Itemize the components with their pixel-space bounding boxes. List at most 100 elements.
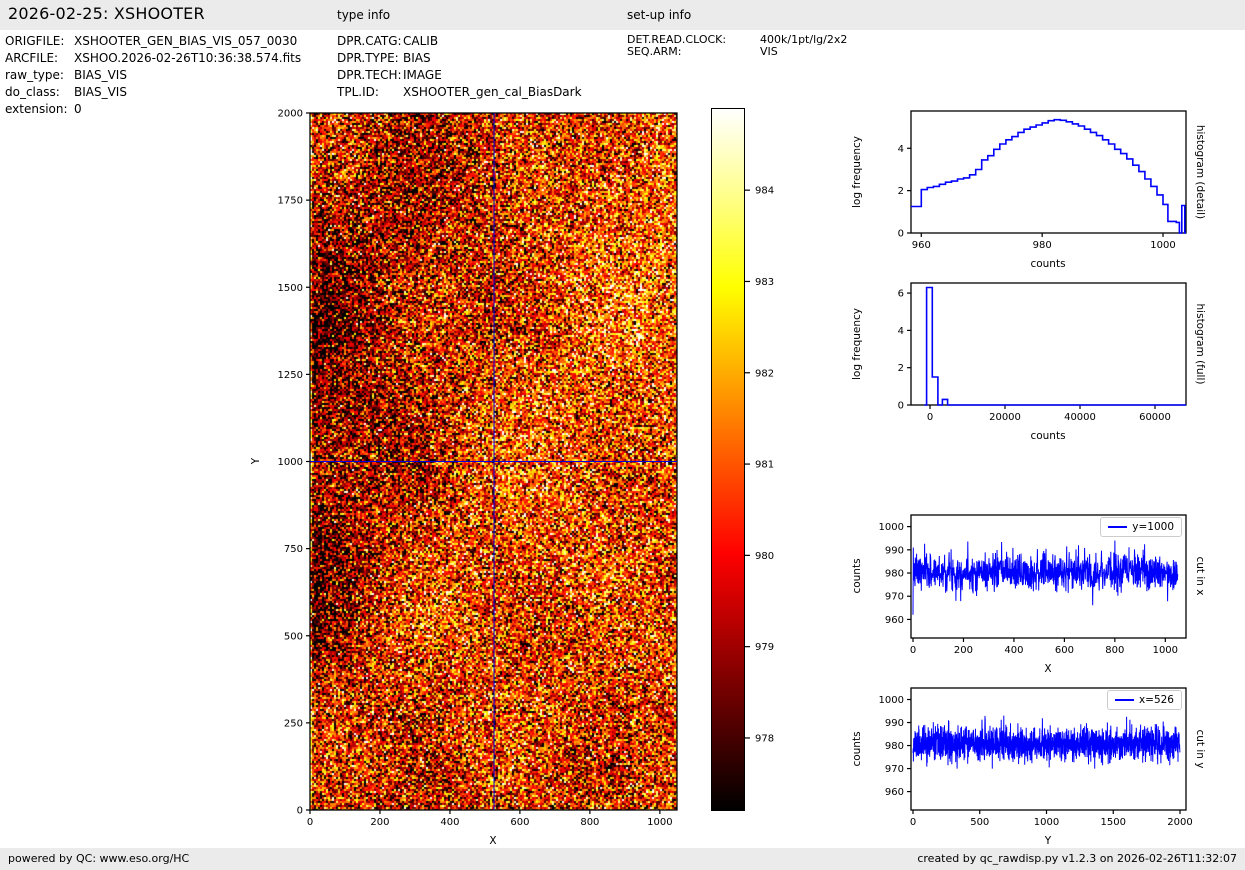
svg-text:970: 970	[885, 592, 904, 603]
hist-detail-right-label: histogram (detail)	[1194, 124, 1206, 220]
svg-text:800: 800	[1105, 645, 1124, 656]
setup-info-block: DET.READ.CLOCK: 400k/1pt/lg/2x2 SEQ.ARM: V…	[627, 34, 847, 58]
meta-row-extension: extension: 0	[5, 101, 301, 118]
meta-label: extension:	[5, 102, 68, 116]
header-bar: 2026-02-25: XSHOOTER type info set-up in…	[0, 0, 1245, 30]
svg-text:1500: 1500	[278, 283, 303, 294]
footer-created-by: created by qc_rawdisp.py v1.2.3 on 2026-…	[917, 852, 1237, 865]
cut-y-legend-label: x=526	[1138, 693, 1174, 706]
meta-value: BIAS_VIS	[74, 68, 127, 82]
colorbar-gradient	[711, 108, 745, 811]
svg-text:400: 400	[440, 817, 459, 828]
hist-detail-ylabel: log frequency	[851, 135, 863, 209]
svg-text:1000: 1000	[1034, 817, 1059, 828]
svg-text:0: 0	[927, 412, 933, 423]
svg-text:2000: 2000	[1167, 817, 1192, 828]
svg-text:1000: 1000	[879, 522, 904, 533]
cut-x-legend: y=1000	[1100, 517, 1182, 537]
meta-row-origfile: ORIGFILE: XSHOOTER_GEN_BIAS_VIS_057_0030	[5, 33, 301, 50]
svg-text:980: 980	[1033, 240, 1052, 251]
svg-text:1000: 1000	[278, 457, 303, 468]
meta-value: XSHOOTER_gen_cal_BiasDark	[403, 85, 582, 99]
svg-text:0: 0	[910, 817, 916, 828]
meta-row-dpr-type: DPR.TYPE: BIAS	[337, 50, 582, 67]
meta-value: BIAS_VIS	[74, 85, 127, 99]
svg-text:40000: 40000	[1064, 412, 1096, 423]
svg-text:250: 250	[284, 718, 303, 729]
svg-text:1250: 1250	[278, 370, 303, 381]
svg-text:1000: 1000	[879, 695, 904, 706]
svg-text:4: 4	[898, 144, 904, 155]
svg-text:980: 980	[755, 551, 774, 562]
svg-text:2: 2	[898, 363, 904, 374]
meta-row-tpl-id: TPL.ID: XSHOOTER_gen_cal_BiasDark	[337, 84, 582, 101]
hist-full-ylabel: log frequency	[851, 307, 863, 381]
svg-text:990: 990	[885, 718, 904, 729]
meta-label: TPL.ID:	[337, 85, 379, 99]
meta-label: ARCFILE:	[5, 51, 59, 65]
svg-text:0: 0	[307, 817, 313, 828]
setup-info-heading: set-up info	[627, 8, 692, 22]
cut-x-xlabel: X	[1044, 663, 1052, 675]
svg-text:6: 6	[898, 289, 904, 300]
meta-label: SEQ.ARM:	[627, 45, 682, 58]
svg-text:984: 984	[755, 186, 774, 197]
type-info-heading: type info	[337, 8, 391, 22]
svg-text:0: 0	[297, 806, 303, 817]
meta-row-dpr-tech: DPR.TECH: IMAGE	[337, 67, 582, 84]
page-title: 2026-02-25: XSHOOTER	[8, 4, 205, 23]
svg-text:20000: 20000	[989, 412, 1021, 423]
svg-text:0: 0	[898, 229, 904, 240]
svg-text:400: 400	[1004, 645, 1023, 656]
file-info-block: ORIGFILE: XSHOOTER_GEN_BIAS_VIS_057_0030 …	[5, 33, 301, 118]
hist-full-xlabel: counts	[1030, 430, 1066, 442]
svg-text:1750: 1750	[278, 196, 303, 207]
svg-text:983: 983	[755, 277, 774, 288]
meta-value: CALIB	[403, 34, 439, 48]
svg-text:960: 960	[885, 787, 904, 798]
histogram-detail-plot: 960 980 1000 0 2 4	[898, 110, 1187, 251]
colorbar-ticks: 978 979 980 981 982 983 984	[745, 186, 774, 744]
meta-label: do_class:	[5, 85, 60, 99]
svg-text:970: 970	[885, 764, 904, 775]
meta-label: DPR.CATG:	[337, 34, 402, 48]
svg-text:978: 978	[755, 733, 774, 744]
meta-row-seq-arm: SEQ.ARM: VIS	[627, 46, 847, 58]
meta-label: raw_type:	[5, 68, 64, 82]
svg-text:800: 800	[580, 817, 599, 828]
legend-line-icon	[1108, 525, 1128, 528]
hist-detail-xlabel: counts	[1030, 258, 1066, 270]
svg-text:750: 750	[284, 544, 303, 555]
cut-y-right-label: cut in y	[1194, 729, 1206, 769]
cut-x-right-label: cut in x	[1194, 556, 1206, 596]
cut-in-x-plot-curve	[912, 540, 1179, 615]
meta-value: XSHOO.2026-02-26T10:36:38.574.fits	[74, 51, 302, 65]
svg-text:500: 500	[284, 631, 303, 642]
svg-text:1500: 1500	[1101, 817, 1126, 828]
meta-value: XSHOOTER_GEN_BIAS_VIS_057_0030	[74, 34, 298, 48]
svg-text:2: 2	[898, 186, 904, 197]
histogram-detail-plot-curve	[911, 118, 1186, 234]
svg-text:500: 500	[970, 817, 989, 828]
main-ylabel: Y	[250, 457, 262, 465]
svg-text:960: 960	[885, 615, 904, 626]
svg-text:200: 200	[370, 817, 389, 828]
cut-y-ylabel: counts	[851, 731, 863, 767]
svg-text:1000: 1000	[647, 817, 672, 828]
footer-bar: powered by QC: www.eso.org/HC created by…	[0, 848, 1245, 870]
main-xlabel: X	[489, 835, 497, 847]
meta-value: IMAGE	[403, 68, 442, 82]
histogram-full-plot-curve	[924, 286, 1186, 406]
hist-full-right-label: histogram (full)	[1194, 303, 1206, 385]
svg-text:600: 600	[1055, 645, 1074, 656]
histogram-full-plot: 0 20000 40000 60000 0 2 4 6	[898, 282, 1187, 423]
cut-y-xlabel: Y	[1044, 835, 1052, 847]
bias-image-canvas	[310, 113, 677, 810]
svg-text:4: 4	[898, 326, 904, 337]
svg-text:980: 980	[885, 741, 904, 752]
svg-text:60000: 60000	[1139, 412, 1171, 423]
svg-text:981: 981	[755, 460, 774, 471]
svg-text:0: 0	[898, 401, 904, 412]
svg-text:982: 982	[755, 368, 774, 379]
svg-text:1000: 1000	[1153, 645, 1178, 656]
